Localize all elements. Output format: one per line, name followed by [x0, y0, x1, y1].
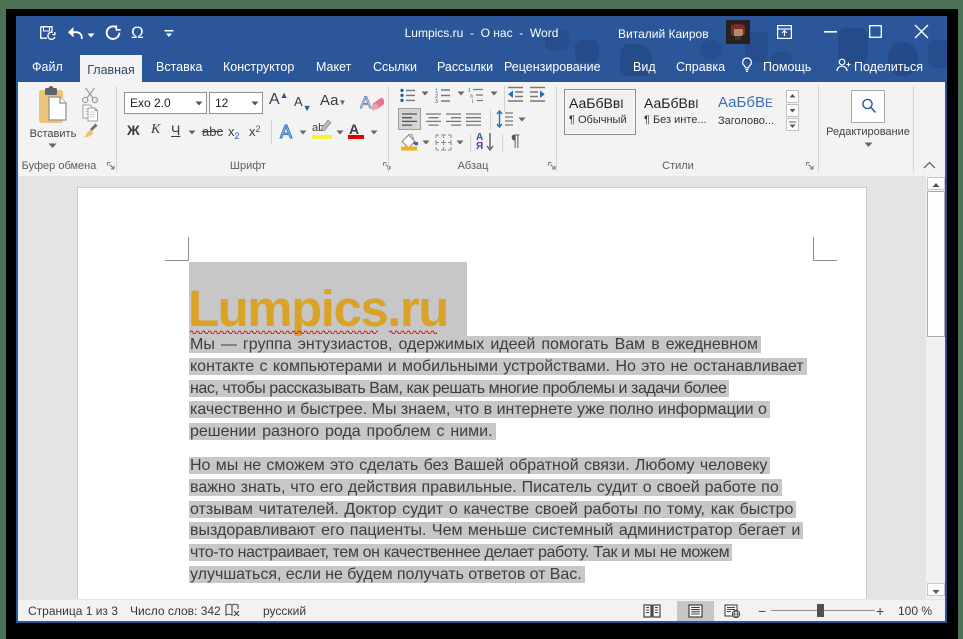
svg-text:А: А: [280, 122, 292, 142]
svg-text:3: 3: [435, 99, 438, 103]
svg-text:А: А: [360, 93, 372, 112]
svg-text:i: i: [472, 99, 473, 103]
